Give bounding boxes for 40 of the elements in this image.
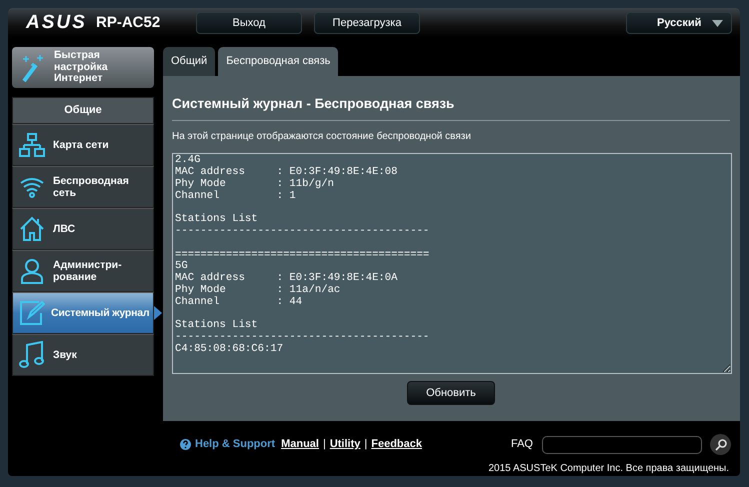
header-button[interactable]: Выход (196, 12, 302, 34)
sidebar-item[interactable]: Системный журнал (12, 292, 154, 334)
link-separator: | (364, 437, 368, 452)
house-icon (19, 216, 45, 242)
search-button[interactable] (710, 434, 731, 455)
network-icon (19, 133, 45, 157)
music-icon (19, 341, 45, 369)
help-support-link[interactable]: Help & Support (195, 436, 276, 453)
model-name: RP-AC52 (96, 12, 162, 33)
page-title: Системный журнал - Беспроводная связь (172, 94, 730, 122)
footer-link[interactable]: Utility (330, 436, 360, 453)
copyright-text: 2015 ASUSTeK Computer Inc. Все права защищены. (488, 463, 729, 474)
edit-icon (19, 300, 45, 326)
sidebar-item[interactable]: Администри-рование (12, 250, 154, 292)
help-icon (180, 439, 191, 450)
tab[interactable]: Общий (163, 47, 216, 76)
refresh-button[interactable]: Обновить (407, 381, 495, 406)
faq-label: FAQ (510, 437, 533, 452)
log-text-area[interactable]: 2.4G MAC address : E0:3F:49:8E:4E:08 Phy Mode : 11b/g/n Channel : 1 Stations List ---------------------------------------- ======================================== 5G MAC address : E0:3F:49:8E:4E:0A Phy Mode : 11a/n/ac Channel : 44 Stations List ---------------------------------------- C4:85:08:68:C6:17 (172, 153, 732, 374)
logo: ASUS (26, 10, 88, 35)
sidebar-item[interactable]: Звук (12, 334, 154, 376)
header-button[interactable]: Перезагрузка (314, 12, 420, 34)
tab[interactable]: Беспроводная связь (218, 47, 338, 76)
sidebar-item[interactable]: ЛВС (12, 208, 154, 250)
faq-search-field[interactable] (542, 436, 702, 454)
sidebar-item[interactable]: Беспроводная сеть (12, 166, 154, 208)
footer-link[interactable]: Manual (281, 436, 319, 453)
language-dropdown[interactable]: Русский (626, 12, 732, 34)
link-separator: | (322, 437, 326, 452)
sidebar-item[interactable]: Карта сети (12, 124, 154, 166)
user-icon (19, 258, 45, 284)
description-text: На этой странице отображаются состояние беспроводной связи (172, 130, 472, 144)
pointer-arrow-icon (154, 306, 162, 320)
section-header: Общие (12, 97, 154, 124)
quick-setup-button[interactable]: Быстрая настройка Интернет (12, 47, 154, 88)
search-icon (714, 438, 726, 450)
quick-setup-label: Быстрая настройка Интернет (54, 50, 109, 85)
caret-icon (712, 20, 723, 26)
wifi-icon (19, 175, 45, 199)
footer-link[interactable]: Feedback (371, 436, 422, 453)
